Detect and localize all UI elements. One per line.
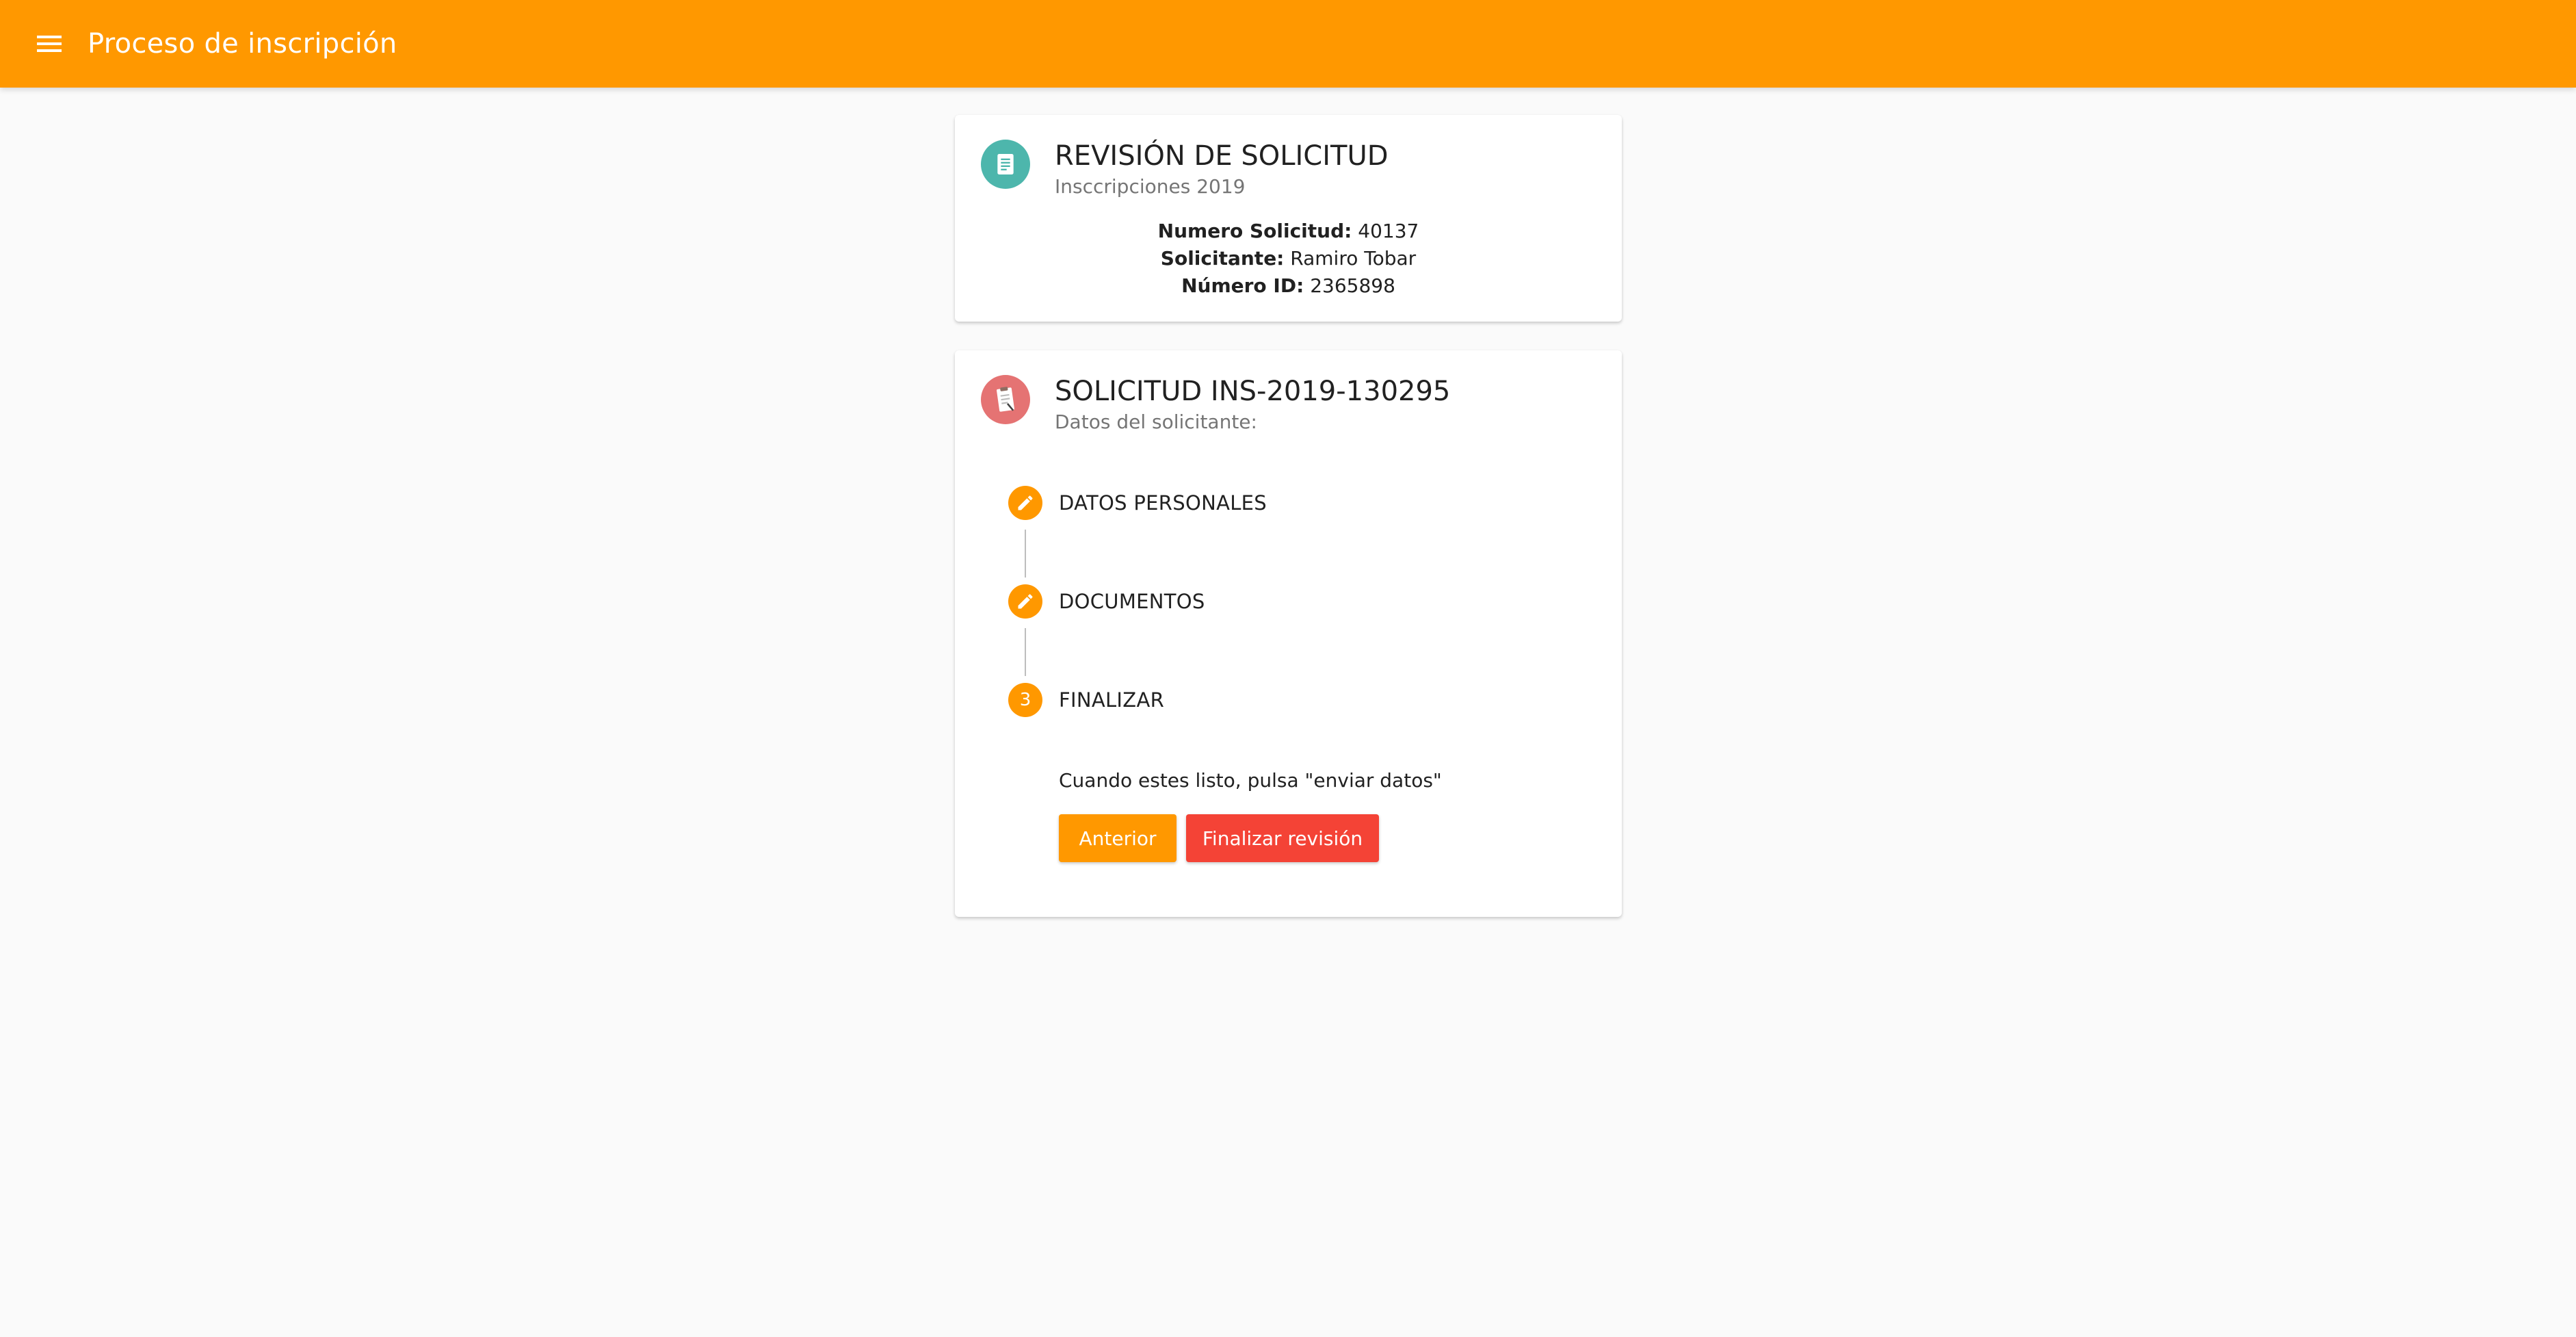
- request-number-label: Numero Solicitud:: [1157, 220, 1352, 242]
- request-number-value: 40137: [1358, 220, 1419, 242]
- id-number-value: 2365898: [1310, 274, 1395, 297]
- step-documents[interactable]: DOCUMENTOS: [1008, 584, 1205, 619]
- request-card-header: SOLICITUD INS-2019-130295 Datos del soli…: [981, 375, 1450, 433]
- menu-icon: [37, 36, 62, 52]
- review-card-title: REVISIÓN DE SOLICITUD: [1055, 140, 1389, 172]
- id-number-label: Número ID:: [1181, 274, 1304, 297]
- applicant-label: Solicitante:: [1160, 247, 1285, 270]
- id-number-row: Número ID: 2365898: [955, 272, 1622, 300]
- finish-instructions: Cuando estes listo, pulsa "enviar datos": [1059, 769, 1442, 792]
- document-icon: [981, 140, 1030, 189]
- applicant-value: Ramiro Tobar: [1290, 247, 1417, 270]
- step-connector: [1025, 628, 1026, 676]
- clipboard-icon: [981, 375, 1030, 424]
- step-label: DOCUMENTOS: [1059, 590, 1205, 613]
- finish-review-button[interactable]: Finalizar revisión: [1186, 814, 1379, 862]
- step-number-badge: 3: [1008, 683, 1042, 717]
- request-card-subtitle: Datos del solicitante:: [1055, 411, 1257, 433]
- app-bar: Proceso de inscripción: [0, 0, 2576, 88]
- step-finalize[interactable]: 3 FINALIZAR: [1008, 683, 1164, 717]
- edit-icon: [1008, 486, 1042, 520]
- review-card: REVISIÓN DE SOLICITUD Insccripciones 201…: [955, 115, 1622, 322]
- review-card-header: REVISIÓN DE SOLICITUD Insccripciones 201…: [981, 140, 1389, 198]
- edit-icon: [1008, 584, 1042, 619]
- step-label: DATOS PERSONALES: [1059, 491, 1267, 515]
- app-title: Proceso de inscripción: [88, 28, 397, 60]
- step-personal-data[interactable]: DATOS PERSONALES: [1008, 486, 1267, 520]
- request-card-title: SOLICITUD INS-2019-130295: [1055, 376, 1451, 407]
- request-number-row: Numero Solicitud: 40137: [955, 218, 1622, 245]
- request-card: SOLICITUD INS-2019-130295 Datos del soli…: [955, 350, 1622, 917]
- request-info: Numero Solicitud: 40137 Solicitante: Ram…: [955, 218, 1622, 300]
- step-label: FINALIZAR: [1059, 688, 1165, 712]
- step-connector: [1025, 530, 1026, 577]
- menu-button[interactable]: [25, 19, 74, 68]
- review-card-subtitle: Insccripciones 2019: [1055, 175, 1246, 198]
- applicant-row: Solicitante: Ramiro Tobar: [955, 245, 1622, 272]
- previous-button[interactable]: Anterior: [1059, 814, 1177, 862]
